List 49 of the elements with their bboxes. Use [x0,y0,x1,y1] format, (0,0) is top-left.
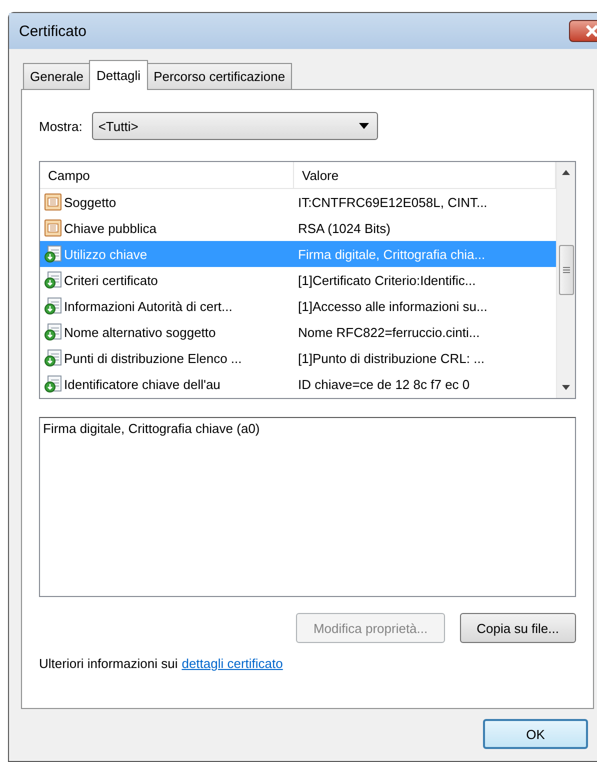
tab[interactable]: Percorso certificazione [146,63,292,89]
field-value: [1]Punto di distribuzione CRL: ... [298,350,484,366]
show-label: Mostra: [39,118,82,134]
details-link[interactable]: dettagli certificato [182,656,283,671]
field-row[interactable]: Informazioni Autorità di cert... [1]Accesso alle informazioni su... [40,293,556,319]
field-value: IT:CNTFRC69E12E058L, CINT... [298,194,488,210]
show-dropdown[interactable]: <Tutti> [92,112,378,140]
scroll-up-icon [562,170,570,175]
field-name: Informazioni Autorità di cert... [64,298,232,314]
column-header[interactable]: Campo [40,162,294,188]
field-row[interactable]: Nome alternativo soggetto Nome RFC822=ferruccio.cinti... [40,319,556,345]
document-download-icon [44,297,62,315]
detail-field[interactable]: Firma digitale, Crittografia chiave (a0) [39,417,576,597]
tab[interactable]: Generale [23,63,90,89]
document-icon [44,219,62,237]
field-row[interactable]: Chiave pubblica RSA (1024 Bits) [40,215,556,241]
document-download-icon [44,271,62,289]
ok-button[interactable]: OK [483,719,588,749]
field-value: [1]Certificato Criterio:Identific... [298,272,476,288]
scroll-thumb[interactable] [558,245,574,295]
document-download-icon [44,349,62,367]
scrollbar[interactable] [556,162,575,398]
document-icon [44,193,62,211]
field-row[interactable]: Punti di distribuzione Elenco ... [1]Punto di distribuzione CRL: ... [40,345,556,371]
field-name: Soggetto [64,194,116,210]
field-row[interactable]: Soggetto IT:CNTFRC69E12E058L, CINT... [40,189,556,215]
document-download-icon [44,323,62,341]
field-value: Firma digitale, Crittografia chia... [298,246,486,262]
dropdown-arrow-icon [359,123,370,129]
copy-to-file-button[interactable]: Copia su file... [460,613,576,643]
field-value: Nome RFC822=ferruccio.cinti... [298,324,480,340]
document-download-icon [44,375,62,393]
field-value: [1]Accesso alle informazioni su... [298,298,488,314]
field-value: RSA (1024 Bits) [298,220,390,236]
field-row[interactable]: Criteri certificato [1]Certificato Criterio:Identific... [40,267,556,293]
info-text: Ulteriori informazioni sui [39,656,178,671]
field-name: Criteri certificato [64,272,158,288]
field-name: Identificatore chiave dell'au [64,376,220,392]
tab[interactable]: Dettagli [89,60,148,90]
field-value: ID chiave=ce de 12 8c f7 ec 0 [298,376,470,392]
window-title: Certificato [19,22,87,40]
field-name: Chiave pubblica [64,220,157,236]
document-download-icon [44,245,62,263]
field-name: Utilizzo chiave [64,246,148,262]
field-name: Punti di distribuzione Elenco ... [64,350,242,366]
scroll-down-icon [562,385,570,390]
field-row[interactable]: Identificatore chiave dell'au ID chiave=ce de 12 8c f7 ec 0 [40,371,556,397]
close-icon [585,25,597,37]
field-name: Nome alternativo soggetto [64,324,216,340]
